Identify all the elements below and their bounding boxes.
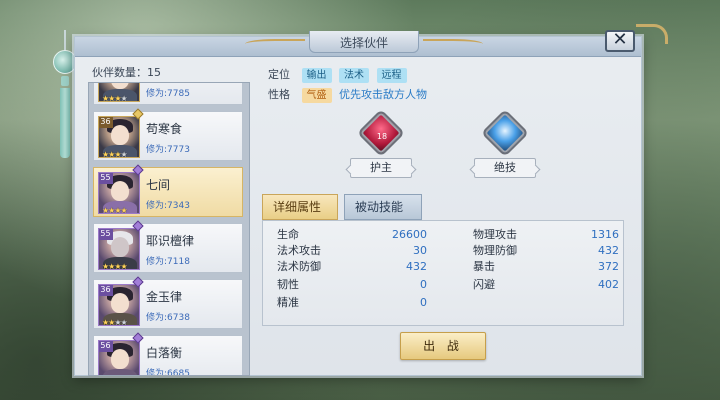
partner-avatar: ★★★★	[98, 83, 140, 102]
stat-row: 物理防御 432	[473, 243, 619, 259]
stat-value: 372	[598, 260, 619, 273]
star-rating: ★★★★	[102, 94, 128, 102]
stat-value: 402	[598, 278, 619, 291]
trait-tag: 气盛	[301, 88, 332, 103]
trait-label: 性格	[268, 88, 290, 101]
stat-name: 法术防御	[277, 260, 321, 273]
level-badge: 36	[99, 117, 113, 128]
level-badge: 55	[99, 173, 113, 184]
stat-value: 432	[598, 244, 619, 257]
star-rating: ★★★★	[102, 318, 128, 326]
stat-name: 韧性	[277, 278, 299, 291]
window-title: 选择伙伴	[339, 36, 388, 50]
stat-value: 432	[406, 260, 427, 273]
stat-name: 精准	[277, 296, 299, 309]
stat-name: 暴击	[473, 260, 495, 273]
partner-card[interactable]: ★★★★ 修为:7785	[93, 83, 243, 105]
position-tag: 远程	[376, 68, 407, 83]
level-badge: 36	[99, 285, 113, 296]
partner-cultivation: 修为:7118	[146, 257, 190, 267]
star-rating: ★★★★	[102, 262, 128, 270]
skill-label-protect[interactable]: 护主	[350, 158, 412, 178]
stat-value: 0	[420, 278, 427, 291]
stat-value: 1316	[591, 228, 619, 241]
partner-count: 伙伴数量：15	[92, 66, 161, 79]
level-badge: 55	[99, 229, 113, 240]
deploy-battle-button[interactable]: 出 战	[400, 332, 486, 360]
position-label: 定位	[268, 68, 290, 81]
partner-avatar: 36 ★★★★	[98, 116, 140, 158]
trait-description: 优先攻击敌方人物	[339, 88, 427, 101]
partner-list-column: 伙伴数量：15 ★★★★ 修为:7785 36 ★★★★ 苟寒食 修为:7773…	[88, 60, 250, 376]
partner-name: 白落衡	[146, 346, 183, 360]
title-ornament-left	[245, 39, 305, 49]
partner-cultivation: 修为:6738	[146, 313, 190, 323]
stat-row: 生命 26600	[277, 227, 427, 243]
stat-row: 法术防御 432	[277, 259, 427, 275]
partner-card[interactable]: 36 ★★★★ 金玉律 修为:6738	[93, 276, 243, 329]
partner-card[interactable]: 36 ★★★★ 苟寒食 修为:7773	[93, 108, 243, 161]
star-rating: ★★★★	[102, 150, 128, 158]
partner-card[interactable]: 56 白落衡 修为:6685	[93, 332, 243, 376]
position-tag: 法术	[339, 68, 369, 83]
stat-row: 韧性 0	[277, 277, 427, 293]
tab-detailed-attributes[interactable]: 详细属性	[262, 194, 338, 220]
close-button[interactable]: ✕	[605, 30, 635, 52]
partner-list[interactable]: ★★★★ 修为:7785 36 ★★★★ 苟寒食 修为:7773 55 ★★★★…	[88, 82, 250, 376]
skill-level: 18	[376, 132, 388, 141]
partner-avatar: 36 ★★★★	[98, 284, 140, 326]
stat-value: 30	[413, 244, 427, 257]
partner-cultivation: 修为:7773	[146, 145, 190, 155]
partner-avatar: 55 ★★★★	[98, 228, 140, 270]
position-tag: 输出	[301, 68, 332, 83]
partner-name: 耶识檀律	[146, 234, 195, 248]
skill-area: 18 护主 绝技	[256, 108, 630, 194]
title-ornament-right	[423, 39, 483, 49]
stat-name: 生命	[277, 228, 299, 241]
stat-row: 法术攻击 30	[277, 243, 427, 259]
trait-row: 性格 气盛 优先攻击敌方人物	[268, 86, 427, 103]
stat-value: 26600	[392, 228, 427, 241]
partner-card[interactable]: 55 ★★★★ 耶识檀律 修为:7118	[93, 220, 243, 273]
stat-row: 精准 0	[277, 295, 427, 311]
stat-row: 暴击 372	[473, 259, 619, 275]
partner-name: 金玉律	[146, 290, 183, 304]
stat-name: 闪避	[473, 278, 495, 291]
blade-skill-icon[interactable]	[480, 108, 530, 158]
partner-cultivation: 修为:7343	[146, 201, 190, 211]
partner-avatar: 56	[98, 340, 140, 375]
position-row: 定位 输出 法术 远程	[268, 66, 411, 83]
stat-row: 物理攻击 1316	[473, 227, 619, 243]
stat-name: 物理防御	[473, 244, 517, 257]
star-rating: ★★★★	[102, 206, 128, 214]
partner-avatar: 55 ★★★★	[98, 172, 140, 214]
stat-value: 0	[420, 296, 427, 309]
tab-passive-skills[interactable]: 被动技能	[344, 194, 422, 220]
partner-name: 七间	[146, 178, 171, 192]
wing-ornament	[636, 24, 668, 44]
partner-card-selected[interactable]: 55 ★★★★ 七间 修为:7343	[93, 164, 243, 217]
skill-label-ultimate[interactable]: 绝技	[474, 158, 536, 178]
stats-panel: 生命 26600 法术攻击 30 法术防御 432 韧性 0 精准 0 物理攻击 1316 …	[262, 220, 624, 326]
partner-cultivation: 修为:7785	[146, 89, 190, 99]
level-badge: 56	[99, 341, 113, 352]
partner-name: 苟寒食	[146, 122, 183, 136]
stat-row: 闪避 402	[473, 277, 619, 293]
stat-name: 法术攻击	[277, 244, 321, 257]
stat-name: 物理攻击	[473, 228, 517, 241]
partner-detail: 定位 输出 法术 远程 性格 气盛 优先攻击敌方人物 18 护主 绝技 详细属性…	[256, 60, 630, 376]
partner-cultivation: 修为:6685	[146, 369, 190, 376]
